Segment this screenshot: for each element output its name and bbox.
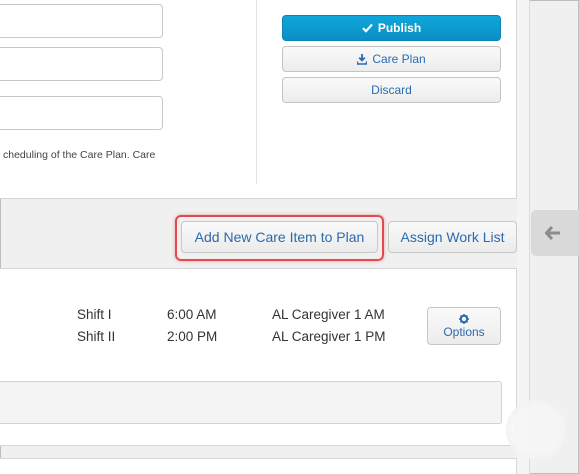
assign-work-list-button[interactable]: Assign Work List bbox=[388, 221, 517, 253]
options-button[interactable]: Options bbox=[427, 307, 501, 345]
shift-time: 2:00 PM bbox=[167, 329, 218, 344]
gear-icon bbox=[459, 313, 469, 324]
care-plan-download-button[interactable]: Care Plan bbox=[282, 46, 501, 72]
next-panel-edge bbox=[0, 458, 517, 474]
form-field-2[interactable] bbox=[0, 47, 163, 81]
shift-caregiver: AL Caregiver 1 AM bbox=[272, 307, 385, 322]
publish-button[interactable]: Publish bbox=[282, 15, 501, 41]
help-text: cheduling of the Care Plan. Care bbox=[3, 149, 156, 161]
discard-label: Discard bbox=[371, 83, 412, 97]
shift-name: Shift II bbox=[77, 329, 116, 344]
side-panel-toggle[interactable] bbox=[531, 210, 579, 256]
discard-button[interactable]: Discard bbox=[282, 77, 501, 103]
form-field-3[interactable] bbox=[0, 96, 163, 130]
care-plan-form-panel: cheduling of the Care Plan. Care Publish… bbox=[0, 0, 517, 199]
arrow-left-icon bbox=[545, 226, 560, 240]
download-icon bbox=[357, 53, 368, 65]
form-field-1[interactable] bbox=[0, 4, 163, 38]
check-icon bbox=[362, 23, 373, 33]
care-plan-label: Care Plan bbox=[372, 52, 426, 66]
publish-label: Publish bbox=[377, 21, 422, 35]
column-divider bbox=[256, 0, 257, 184]
shift-time: 6:00 AM bbox=[167, 307, 217, 322]
highlight-box bbox=[175, 215, 384, 261]
shift-name: Shift I bbox=[77, 307, 112, 322]
options-label: Options bbox=[443, 324, 485, 339]
scroll-indicator bbox=[506, 400, 566, 460]
shift-caregiver: AL Caregiver 1 PM bbox=[272, 329, 386, 344]
assign-work-list-label: Assign Work List bbox=[400, 229, 505, 245]
care-item-subpanel bbox=[0, 381, 502, 424]
